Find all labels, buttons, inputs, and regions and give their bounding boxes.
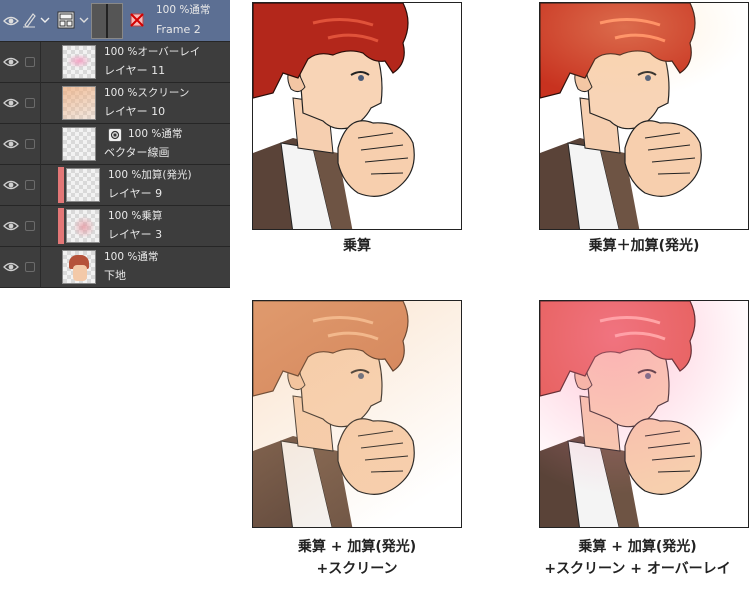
frame-folder-icon (57, 11, 75, 29)
lock-toggle[interactable] (24, 138, 36, 150)
layer-thumbnail (62, 250, 96, 284)
layer-thumbnail (66, 209, 100, 243)
chevron-down-icon[interactable] (79, 16, 89, 24)
layer-mode: 100 %スクリーン (104, 87, 190, 99)
folder-opacity: 100 %通常 (156, 4, 211, 16)
clipping-marker (58, 167, 64, 203)
pen-icon[interactable] (22, 12, 36, 28)
layer-mode: 100 %通常 (104, 251, 159, 263)
layer-name: 下地 (104, 269, 126, 282)
vector-layer-icon (108, 128, 122, 142)
eye-icon[interactable] (3, 179, 19, 191)
layer-panel: 100 %通常 Frame 2 100 %オーバーレイ レイヤー 11 100 … (0, 0, 230, 288)
caption-multiply-add: 乗算＋加算(発光) (588, 238, 700, 254)
layer-row[interactable]: 100 %通常 下地 (0, 247, 230, 288)
lock-toggle[interactable] (24, 261, 36, 273)
chevron-down-icon[interactable] (40, 16, 50, 24)
comparison-image-multiply-add-screen (252, 300, 462, 528)
layer-name: レイヤー 9 (108, 187, 163, 200)
clipping-marker (58, 208, 64, 244)
folder-name: Frame 2 (156, 23, 201, 36)
eye-icon[interactable] (3, 261, 19, 273)
caption-multiply: 乗算 (343, 238, 371, 254)
eye-icon[interactable] (3, 138, 19, 150)
layer-folder-frame2[interactable]: 100 %通常 Frame 2 (0, 0, 230, 42)
lock-toggle[interactable] (24, 97, 36, 109)
caption-multiply-add-screen: 乗算 + 加算(発光) +スクリーン (297, 539, 417, 577)
eye-icon[interactable] (3, 15, 19, 27)
layer-row[interactable]: 100 %オーバーレイ レイヤー 11 (0, 42, 230, 83)
mask-off-icon[interactable] (129, 12, 145, 28)
eye-icon[interactable] (3, 220, 19, 232)
layer-mode: 100 %加算(発光) (108, 169, 192, 181)
layer-thumbnail (62, 86, 96, 120)
layer-row[interactable]: 100 %スクリーン レイヤー 10 (0, 83, 230, 124)
layer-mode: 100 %通常 (128, 128, 183, 140)
folder-thumbnail (91, 3, 123, 39)
lock-toggle[interactable] (24, 179, 36, 191)
eye-icon[interactable] (3, 97, 19, 109)
layer-name: レイヤー 3 (108, 228, 163, 241)
layer-mode: 100 %乗算 (108, 210, 163, 222)
layer-mode: 100 %オーバーレイ (104, 46, 201, 58)
layer-row[interactable]: 100 %加算(発光) レイヤー 9 (0, 165, 230, 206)
layer-name: レイヤー 11 (104, 64, 166, 77)
eye-icon[interactable] (3, 56, 19, 68)
comparison-image-multiply (252, 2, 462, 230)
comparison-image-all-modes (539, 300, 749, 528)
lock-toggle[interactable] (24, 220, 36, 232)
layer-thumbnail (62, 127, 96, 161)
layer-thumbnail (66, 168, 100, 202)
layer-name: レイヤー 10 (104, 105, 166, 118)
lock-toggle[interactable] (24, 56, 36, 68)
layer-name: ベクター線画 (104, 146, 170, 159)
comparison-image-multiply-add (539, 2, 749, 230)
caption-all-modes: 乗算 + 加算(発光) +スクリーン + オーバーレイ (544, 539, 731, 577)
layer-row[interactable]: 100 %通常 ベクター線画 (0, 124, 230, 165)
layer-row[interactable]: 100 %乗算 レイヤー 3 (0, 206, 230, 247)
layer-thumbnail (62, 45, 96, 79)
